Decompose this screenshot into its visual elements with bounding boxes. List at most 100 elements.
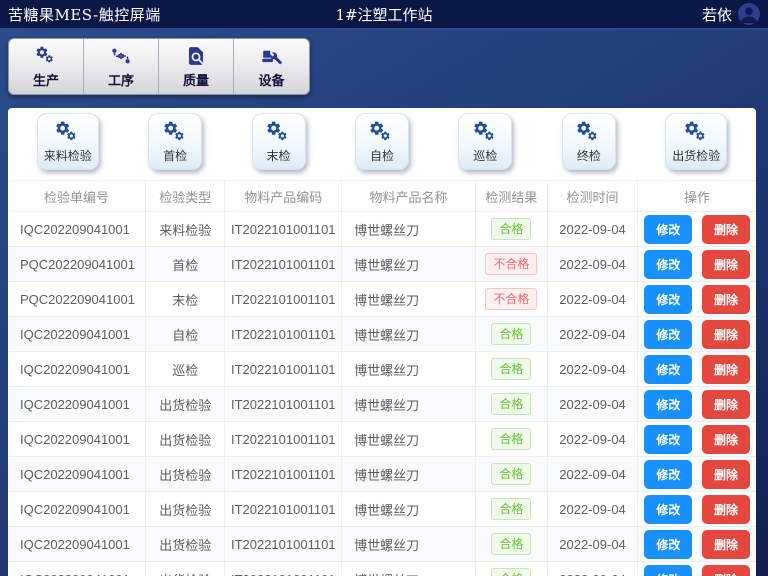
delete-button[interactable]: 删除: [702, 495, 750, 524]
cogs-icon: [265, 120, 292, 145]
inspection-button-first-inspection[interactable]: 首检: [148, 113, 202, 170]
order-no-cell: PQC202209041001: [8, 282, 146, 317]
name-cell: 博世螺丝刀: [342, 352, 476, 387]
delete-button[interactable]: 删除: [702, 355, 750, 384]
time-cell: 2022-09-04: [547, 352, 638, 387]
inspection-button-last-inspection[interactable]: 末检: [252, 113, 306, 170]
inspection-button-incoming-inspection[interactable]: 来料检验: [37, 113, 99, 170]
delete-button[interactable]: 删除: [702, 250, 750, 279]
type-cell: 巡检: [146, 352, 225, 387]
name-cell: 博世螺丝刀: [342, 317, 476, 352]
inspection-button-row: 来料检验 首检 末检 自检 巡检 终检: [8, 108, 756, 180]
result-cell: 合格: [475, 562, 547, 576]
code-cell: IT2022101001101: [225, 247, 342, 282]
type-cell: 来料检验: [146, 212, 225, 247]
type-cell: 首检: [146, 247, 225, 282]
order-no-cell: IQC202209041001: [8, 352, 146, 387]
time-cell: 2022-09-04: [547, 422, 638, 457]
inspection-button-patrol-inspection[interactable]: 巡检: [458, 113, 512, 170]
type-cell: 出货检验: [146, 422, 225, 457]
code-cell: IT2022101001101: [225, 212, 342, 247]
result-cell: 合格: [475, 422, 547, 457]
edit-button[interactable]: 修改: [644, 320, 692, 349]
edit-button[interactable]: 修改: [644, 250, 692, 279]
cogs-icon: [683, 120, 710, 145]
code-cell: IT2022101001101: [225, 317, 342, 352]
time-cell: 2022-09-04: [547, 492, 638, 527]
code-cell: IT2022101001101: [225, 422, 342, 457]
actions-cell: 修改 删除: [638, 317, 756, 352]
order-no-cell: IQC202209041001: [8, 422, 146, 457]
column-header-type: 检验类型: [146, 181, 225, 212]
delete-button[interactable]: 删除: [702, 215, 750, 244]
content-panel: 来料检验 首检 末检 自检 巡检 终检: [8, 108, 756, 576]
inspection-button-label: 首检: [163, 147, 187, 164]
column-header-actions: 操作: [638, 181, 756, 212]
result-badge-fail: 不合格: [485, 253, 537, 275]
toolbar-button-label: 生产: [33, 70, 59, 89]
cogs-icon: [575, 120, 602, 145]
toolbar-button-label: 设备: [258, 70, 284, 89]
delete-button[interactable]: 删除: [702, 320, 750, 349]
name-cell: 博世螺丝刀: [342, 282, 476, 317]
actions-cell: 修改 删除: [638, 562, 756, 576]
code-cell: IT2022101001101: [225, 387, 342, 422]
toolbar-button-label: 工序: [108, 70, 134, 89]
type-cell: 出货检验: [146, 457, 225, 492]
edit-button[interactable]: 修改: [644, 390, 692, 419]
type-cell: 出货检验: [146, 387, 225, 422]
delete-button[interactable]: 删除: [702, 285, 750, 314]
type-cell: 出货检验: [146, 527, 225, 562]
code-cell: IT2022101001101: [225, 527, 342, 562]
toolbar-button-quality[interactable]: 质量: [159, 39, 234, 94]
column-header-time: 检测时间: [547, 181, 638, 212]
time-cell: 2022-09-04: [547, 282, 638, 317]
edit-button[interactable]: 修改: [644, 355, 692, 384]
table-row: IQC202209041001 出货检验 IT2022101001101 博世螺…: [8, 457, 756, 492]
name-cell: 博世螺丝刀: [342, 527, 476, 562]
code-cell: IT2022101001101: [225, 492, 342, 527]
delete-button[interactable]: 删除: [702, 460, 750, 489]
edit-button[interactable]: 修改: [644, 215, 692, 244]
name-cell: 博世螺丝刀: [342, 247, 476, 282]
toolbar-button-equipment[interactable]: 设备: [234, 39, 309, 94]
code-cell: IT2022101001101: [225, 562, 342, 576]
edit-button[interactable]: 修改: [644, 530, 692, 559]
table-row: IQC202209041001 巡检 IT2022101001101 博世螺丝刀…: [8, 352, 756, 387]
result-badge-pass: 合格: [491, 568, 531, 576]
table-row: IQC202209041001 出货检验 IT2022101001101 博世螺…: [8, 562, 756, 576]
toolbar-button-process[interactable]: 工序: [84, 39, 159, 94]
inspection-button-outgoing-inspection[interactable]: 出货检验: [665, 113, 727, 170]
route-icon: [110, 45, 132, 67]
result-badge-pass: 合格: [491, 393, 531, 415]
column-header-result: 检测结果: [475, 181, 547, 212]
column-header-name: 物料产品名称: [342, 181, 476, 212]
delete-button[interactable]: 删除: [702, 425, 750, 454]
type-cell: 出货检验: [146, 492, 225, 527]
result-badge-pass: 合格: [491, 358, 531, 380]
toolbar-button-production[interactable]: 生产: [9, 39, 84, 94]
edit-button[interactable]: 修改: [644, 495, 692, 524]
cogs-icon: [35, 45, 57, 67]
edit-button[interactable]: 修改: [644, 425, 692, 454]
delete-button[interactable]: 删除: [702, 565, 750, 576]
result-cell: 不合格: [475, 247, 547, 282]
code-cell: IT2022101001101: [225, 352, 342, 387]
edit-button[interactable]: 修改: [644, 565, 692, 576]
edit-button[interactable]: 修改: [644, 460, 692, 489]
inspection-button-final-inspection[interactable]: 终检: [562, 113, 616, 170]
user-avatar-icon[interactable]: [738, 3, 760, 25]
name-cell: 博世螺丝刀: [342, 457, 476, 492]
actions-cell: 修改 删除: [638, 492, 756, 527]
name-cell: 博世螺丝刀: [342, 562, 476, 576]
inspection-button-self-inspection[interactable]: 自检: [355, 113, 409, 170]
result-cell: 合格: [475, 212, 547, 247]
delete-button[interactable]: 删除: [702, 390, 750, 419]
main-toolbar: 生产 工序 质量 设备: [8, 38, 310, 95]
order-no-cell: IQC202209041001: [8, 317, 146, 352]
delete-button[interactable]: 删除: [702, 530, 750, 559]
doc-search-icon: [185, 45, 207, 67]
user-menu[interactable]: 若依: [702, 3, 760, 25]
table-row: IQC202209041001 出货检验 IT2022101001101 博世螺…: [8, 527, 756, 562]
edit-button[interactable]: 修改: [644, 285, 692, 314]
